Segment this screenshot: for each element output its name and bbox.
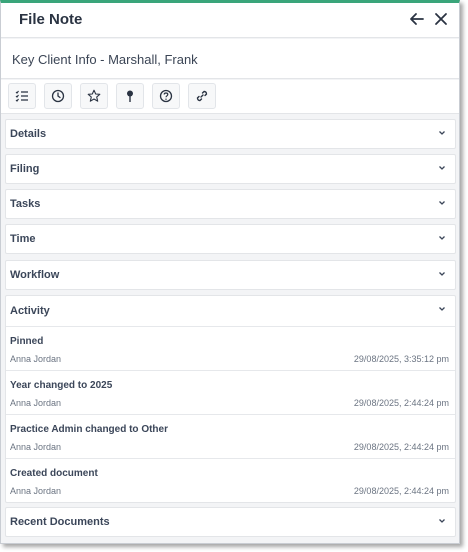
back-button[interactable] xyxy=(407,9,427,29)
chevron-down-icon xyxy=(439,201,445,205)
section-activity-label: Activity xyxy=(10,305,50,317)
close-button[interactable] xyxy=(431,9,451,29)
section-tasks[interactable]: Tasks xyxy=(5,189,456,219)
activity-item: Pinned Anna Jordan 29/08/2025, 3:35:12 p… xyxy=(6,326,455,370)
arrow-left-icon xyxy=(410,13,424,25)
chevron-down-icon xyxy=(439,131,445,135)
panel-header: File Note xyxy=(1,3,459,38)
checklist-icon xyxy=(15,90,28,102)
activity-item: Created document Anna Jordan 29/08/2025,… xyxy=(6,458,455,502)
file-note-panel: File Note Key Client Info - Marshall, Fr… xyxy=(0,0,460,544)
activity-item: Practice Admin changed to Other Anna Jor… xyxy=(6,414,455,458)
section-details-label: Details xyxy=(10,128,47,140)
section-activity-header[interactable]: Activity xyxy=(6,296,455,326)
section-time[interactable]: Time xyxy=(5,224,456,254)
section-filing[interactable]: Filing xyxy=(5,154,456,184)
chevron-down-icon xyxy=(439,519,445,523)
activity-item: Year changed to 2025 Anna Jordan 29/08/2… xyxy=(6,370,455,414)
history-button[interactable] xyxy=(44,83,72,109)
help-button[interactable] xyxy=(152,83,180,109)
document-header: Key Client Info - Marshall, Frank xyxy=(1,39,459,79)
section-workflow-label: Workflow xyxy=(10,269,60,281)
chevron-down-icon xyxy=(439,166,445,170)
section-activity: Activity Pinned Anna Jordan 29/08/2025, … xyxy=(5,295,456,503)
section-filing-label: Filing xyxy=(10,163,40,175)
activity-user: Anna Jordan xyxy=(10,442,62,452)
section-tasks-label: Tasks xyxy=(10,198,41,210)
chevron-down-icon xyxy=(439,272,445,276)
favourite-button[interactable] xyxy=(80,83,108,109)
section-workflow[interactable]: Workflow xyxy=(5,260,456,290)
activity-action: Created document xyxy=(10,468,98,479)
section-details[interactable]: Details xyxy=(5,119,456,149)
activity-user: Anna Jordan xyxy=(10,486,62,496)
activity-timestamp: 29/08/2025, 2:44:24 pm xyxy=(353,398,449,408)
chevron-down-icon xyxy=(439,307,445,311)
panel-title: File Note xyxy=(19,11,83,28)
close-icon xyxy=(435,13,447,25)
star-icon xyxy=(87,89,101,102)
pin-button[interactable] xyxy=(116,83,144,109)
clock-icon xyxy=(51,89,65,103)
activity-action: Pinned xyxy=(10,336,44,347)
help-icon xyxy=(159,89,173,103)
activity-user: Anna Jordan xyxy=(10,354,62,364)
activity-timestamp: 29/08/2025, 2:44:24 pm xyxy=(353,486,449,496)
document-title: Key Client Info - Marshall, Frank xyxy=(12,52,198,67)
activity-user: Anna Jordan xyxy=(10,398,62,408)
checklist-button[interactable] xyxy=(8,83,36,109)
link-icon xyxy=(196,90,208,102)
action-toolbar xyxy=(1,80,459,114)
activity-action: Year changed to 2025 xyxy=(10,380,113,391)
activity-timestamp: 29/08/2025, 2:44:24 pm xyxy=(353,442,449,452)
pin-icon xyxy=(127,90,133,102)
activity-action: Practice Admin changed to Other xyxy=(10,424,168,435)
section-recent-documents-label: Recent Documents xyxy=(10,516,110,528)
section-recent-documents[interactable]: Recent Documents xyxy=(5,507,456,537)
chevron-down-icon xyxy=(439,236,445,240)
section-time-label: Time xyxy=(10,233,36,245)
activity-timestamp: 29/08/2025, 3:35:12 pm xyxy=(353,354,449,364)
link-button[interactable] xyxy=(188,83,216,109)
